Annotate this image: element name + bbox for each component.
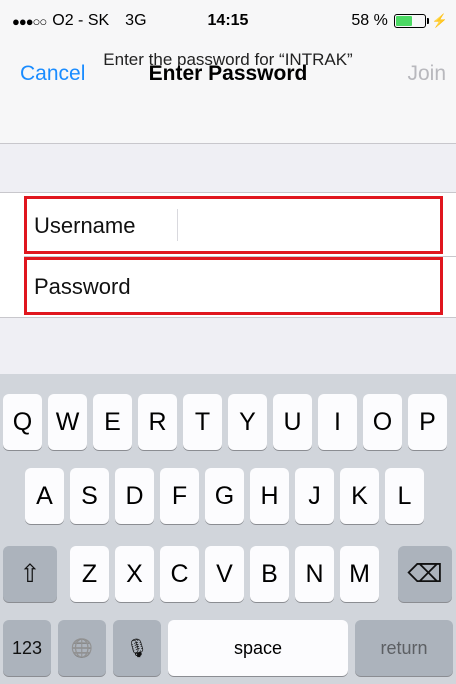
text-cursor <box>177 209 178 241</box>
username-field[interactable]: Username <box>24 196 443 254</box>
globe-key[interactable]: 🌐 <box>58 620 106 676</box>
key-z[interactable]: Z <box>70 546 109 602</box>
key-y[interactable]: Y <box>228 394 267 450</box>
delete-icon: ⌫ <box>407 560 443 588</box>
key-q[interactable]: Q <box>3 394 42 450</box>
key-j[interactable]: J <box>295 468 334 524</box>
shift-key[interactable]: ⇧ <box>3 546 57 602</box>
charging-icon: ⚡ <box>431 13 448 28</box>
dictation-key[interactable]: 🎙 <box>113 620 161 676</box>
key-v[interactable]: V <box>205 546 244 602</box>
key-i[interactable]: I <box>318 394 357 450</box>
key-d[interactable]: D <box>115 468 154 524</box>
battery-fill <box>395 16 413 26</box>
join-button[interactable]: Join <box>407 62 446 86</box>
key-n[interactable]: N <box>295 546 334 602</box>
key-o[interactable]: O <box>363 394 402 450</box>
battery-icon <box>393 14 429 28</box>
key-h[interactable]: H <box>250 468 289 524</box>
key-p[interactable]: P <box>408 394 447 450</box>
key-b[interactable]: B <box>250 546 289 602</box>
password-field[interactable]: Password <box>24 257 443 315</box>
status-right: 58 % ⚡ <box>351 12 448 30</box>
key-f[interactable]: F <box>160 468 199 524</box>
page-title: Enter Password <box>148 62 308 85</box>
key-t[interactable]: T <box>183 394 222 450</box>
credentials-group: Username Password <box>0 192 456 318</box>
key-m[interactable]: M <box>340 546 379 602</box>
key-e[interactable]: E <box>93 394 132 450</box>
key-l[interactable]: L <box>385 468 424 524</box>
onscreen-keyboard: Q W E R T Y U I O P A S D F G H J K L ⇧ … <box>0 374 456 684</box>
key-r[interactable]: R <box>138 394 177 450</box>
key-c[interactable]: C <box>160 546 199 602</box>
key-u[interactable]: U <box>273 394 312 450</box>
key-x[interactable]: X <box>115 546 154 602</box>
key-a[interactable]: A <box>25 468 64 524</box>
key-g[interactable]: G <box>205 468 244 524</box>
microphone-icon: 🎙 <box>125 638 149 658</box>
shift-icon: ⇧ <box>19 560 41 588</box>
numbers-key[interactable]: 123 <box>3 620 51 676</box>
key-s[interactable]: S <box>70 468 109 524</box>
status-bar: ●●●○○ O2 - SK 3G 14:15 58 % ⚡ <box>0 0 456 36</box>
battery-percentage: 58 % <box>351 12 388 29</box>
key-k[interactable]: K <box>340 468 379 524</box>
delete-key[interactable]: ⌫ <box>398 546 452 602</box>
key-w[interactable]: W <box>48 394 87 450</box>
username-label: Username <box>34 213 136 238</box>
password-label: Password <box>34 274 131 299</box>
space-key[interactable]: space <box>168 620 348 676</box>
globe-icon: 🌐 <box>70 638 94 658</box>
return-key[interactable]: return <box>355 620 453 676</box>
